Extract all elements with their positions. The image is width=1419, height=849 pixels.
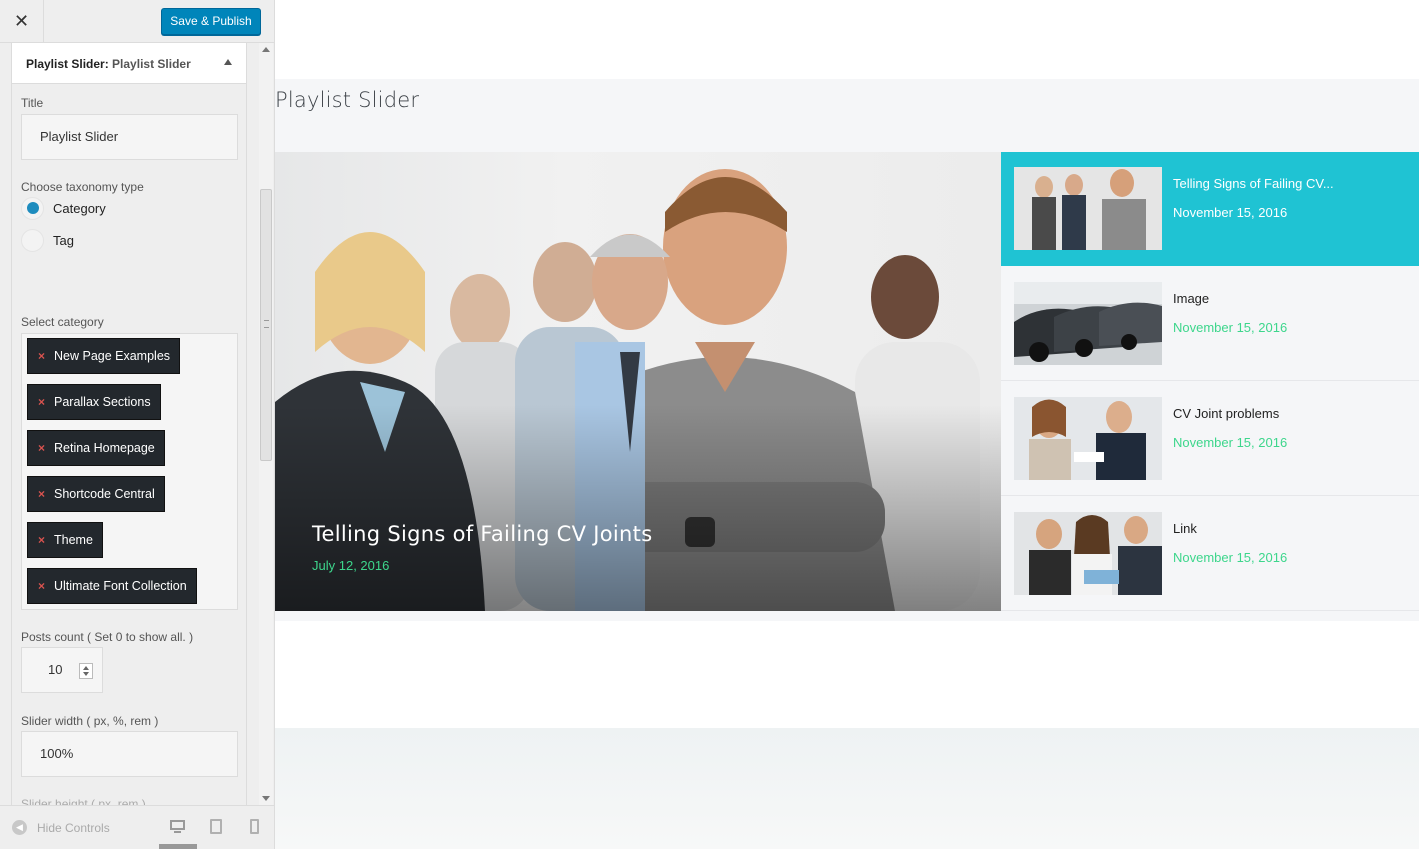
remove-icon[interactable]: × (38, 431, 45, 465)
panel-title-prefix: Playlist Slider: (26, 57, 109, 71)
scroll-down-icon[interactable] (262, 796, 270, 801)
thumbnail-image (1014, 167, 1162, 250)
title-label: Title (21, 96, 44, 110)
thumbnail-image (1014, 512, 1162, 595)
close-icon[interactable]: ✕ (0, 0, 44, 43)
widget-panel-title[interactable]: Playlist Slider: Playlist Slider (12, 43, 246, 84)
category-label: Select category (21, 315, 104, 329)
playlist-item-title: CV Joint problems (1173, 406, 1280, 421)
slider-width-input[interactable]: 100% (21, 731, 238, 777)
playlist-item-date: November 15, 2016 (1173, 205, 1288, 220)
widget-title: Playlist Slider (275, 88, 420, 112)
main-slide-caption: Telling Signs of Failing CV Joints July … (312, 522, 652, 573)
posts-count-label: Posts count ( Set 0 to show all. ) (21, 630, 194, 644)
spinner-arrows-icon[interactable] (79, 663, 93, 679)
desktop-preview-icon[interactable] (169, 819, 187, 835)
mobile-preview-icon[interactable] (250, 819, 268, 835)
tablet-preview-icon[interactable] (209, 819, 227, 835)
playlist-item[interactable]: CV Joint problems November 15, 2016 (1001, 382, 1419, 496)
taxonomy-radio-tag[interactable]: Tag (21, 228, 74, 252)
widget-form: Title Playlist Slider Choose taxonomy ty… (12, 84, 246, 805)
category-chip[interactable]: × New Page Examples (27, 338, 181, 374)
category-chip[interactable]: × Ultimate Font Collection (27, 568, 197, 604)
collapse-arrow-icon: ◀ (12, 820, 27, 835)
slider-height-label: Slider height ( px, rem ) (21, 797, 146, 805)
category-multiselect[interactable]: × New Page Examples × Parallax Sections × R… (21, 333, 238, 610)
active-device-indicator (159, 844, 197, 849)
taxonomy-label: Choose taxonomy type (21, 180, 144, 194)
playlist-list: Telling Signs of Failing CV... November … (1001, 152, 1419, 611)
playlist-item[interactable]: Link November 15, 2016 (1001, 497, 1419, 611)
playlist-item[interactable]: Telling Signs of Failing CV... November … (1001, 152, 1419, 266)
category-chip[interactable]: × Theme (27, 522, 103, 558)
taxonomy-option-label: Category (53, 200, 106, 216)
customizer-sidebar: ✕ Save & Publish Playlist Slider: Playli… (0, 0, 275, 849)
next-section-background (275, 728, 1419, 849)
taxonomy-radio-category[interactable]: Category (21, 196, 106, 220)
playlist-item-title: Link (1173, 521, 1197, 536)
main-slide-date: July 12, 2016 (312, 558, 390, 573)
radio-checked-icon[interactable] (21, 196, 44, 220)
category-chip[interactable]: × Parallax Sections (27, 384, 161, 420)
panel-title-name: Playlist Slider (112, 57, 191, 71)
playlist-item-date: November 15, 2016 (1173, 550, 1288, 565)
playlist-item-date: November 15, 2016 (1173, 435, 1288, 450)
main-slide[interactable]: Telling Signs of Failing CV Joints July … (275, 152, 1001, 611)
remove-icon[interactable]: × (38, 385, 45, 419)
thumbnail-image (1014, 397, 1162, 480)
site-preview: Playlist Slider Telling Signs of Failing… (275, 0, 1419, 849)
grip-icon (264, 320, 269, 328)
collapse-caret-icon[interactable] (224, 59, 232, 65)
radio-unchecked-icon[interactable] (21, 228, 44, 252)
sidebar-scrollbar[interactable] (259, 43, 273, 805)
scroll-up-icon[interactable] (262, 47, 270, 52)
remove-icon[interactable]: × (38, 569, 45, 603)
category-chip[interactable]: × Retina Homepage (27, 430, 165, 466)
taxonomy-option-label: Tag (53, 232, 74, 248)
save-publish-button[interactable]: Save & Publish (161, 8, 261, 35)
main-slide-title[interactable]: Telling Signs of Failing CV Joints (312, 522, 652, 546)
playlist-item-title: Image (1173, 291, 1210, 306)
playlist-item-date: November 15, 2016 (1173, 320, 1288, 335)
scroll-thumb[interactable] (260, 189, 272, 461)
category-chip[interactable]: × Shortcode Central (27, 476, 165, 512)
widget-panel: Playlist Slider: Playlist Slider Title P… (11, 43, 247, 805)
title-input[interactable]: Playlist Slider (21, 114, 238, 160)
posts-count-input[interactable]: 10 (21, 647, 103, 693)
remove-icon[interactable]: × (38, 523, 45, 557)
remove-icon[interactable]: × (38, 339, 45, 373)
playlist-item-title: Telling Signs of Failing CV... (1173, 176, 1334, 191)
playlist-item[interactable]: Image November 15, 2016 (1001, 267, 1419, 381)
sidebar-header: ✕ Save & Publish (0, 0, 274, 43)
thumbnail-image (1014, 282, 1162, 365)
remove-icon[interactable]: × (38, 477, 45, 511)
hide-controls-button[interactable]: ◀ Hide Controls (12, 820, 110, 835)
slider-width-label: Slider width ( px, %, rem ) (21, 714, 159, 728)
sidebar-footer: ◀ Hide Controls (0, 805, 274, 849)
